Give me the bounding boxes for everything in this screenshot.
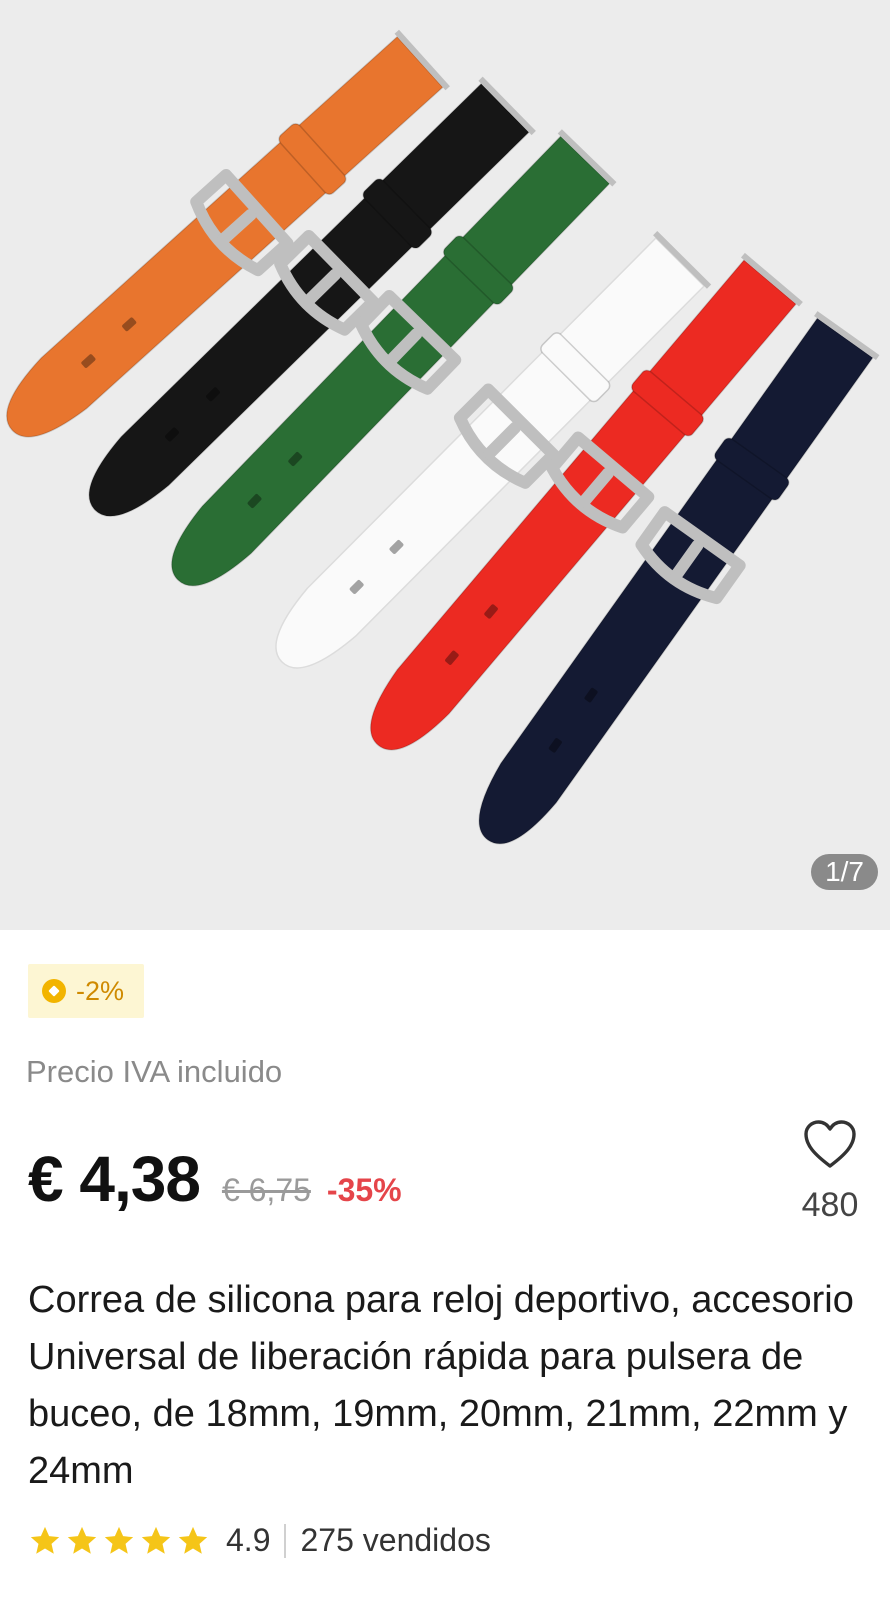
sold-count: 275 vendidos	[300, 1522, 491, 1558]
image-counter: 1/7	[811, 854, 878, 890]
heart-icon[interactable]	[802, 1118, 858, 1170]
discount-percent: -35%	[326, 1172, 402, 1208]
star-icon	[67, 1526, 97, 1554]
promo-badge: -2%	[28, 964, 145, 1018]
star-icon	[30, 1526, 60, 1554]
current-price: € 4,38	[28, 1143, 201, 1215]
star-icon	[104, 1526, 134, 1554]
vat-note: Precio IVA incluido	[26, 1054, 283, 1089]
rating-value: 4.9	[226, 1522, 271, 1558]
wishlist-button[interactable]: 480	[790, 1118, 870, 1225]
rating-row[interactable]: 4.9 275 vendidos	[28, 1522, 491, 1559]
product-image[interactable]	[0, 0, 890, 930]
product-page: 1/7 -2% Precio IVA incluido € 4,38 € 6,7…	[0, 0, 890, 1600]
original-price: € 6,75	[221, 1172, 311, 1208]
divider	[284, 1523, 287, 1558]
star-icon	[141, 1526, 171, 1554]
price-row: € 4,38 € 6,75 -35%	[28, 1142, 402, 1216]
star-icon	[178, 1526, 208, 1554]
promo-badge-label: -2%	[76, 975, 125, 1006]
product-title: Correa de silicona para reloj deportivo,…	[28, 1279, 854, 1492]
wishlist-count: 480	[801, 1186, 859, 1224]
product-image-gallery[interactable]: 1/7	[0, 0, 890, 930]
star-rating	[28, 1524, 210, 1558]
coin-icon	[42, 979, 66, 1003]
